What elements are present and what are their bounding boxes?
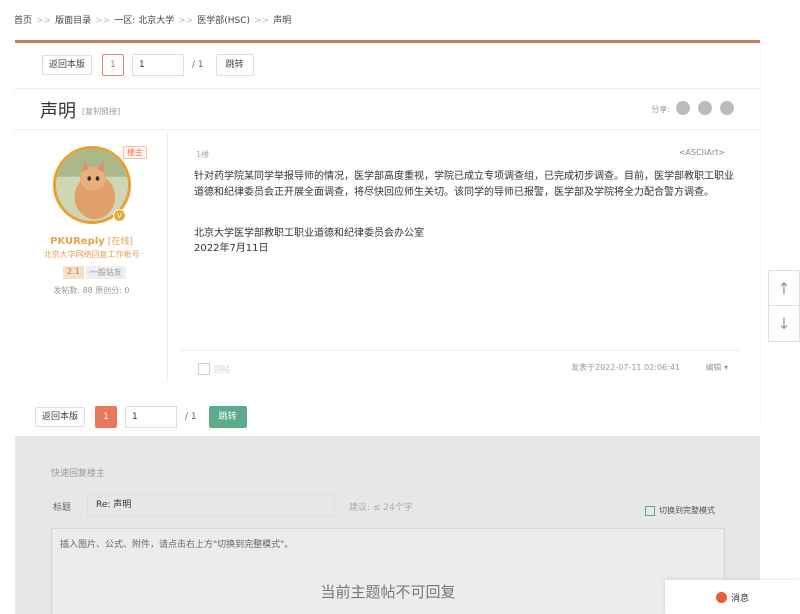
- message-button[interactable]: 消息: [665, 580, 800, 614]
- share-icons: [676, 101, 734, 115]
- reply-textarea[interactable]: 插入图片、公式、附件，请点击右上方"切换到完整模式"。 当前主题帖不可回复: [51, 528, 725, 614]
- page-total: / 1: [192, 60, 204, 70]
- pager-top: 返回本版 1 1 / 1 跳转: [42, 54, 254, 76]
- jump-button[interactable]: 跳转: [208, 406, 247, 428]
- breadcrumb-sep: >>: [254, 16, 270, 26]
- breadcrumb: 首页 >> 版面目录 >> 一区: 北京大学 >> 医学部(HSC) >> 声明: [14, 13, 291, 26]
- author-stats: 发帖数: 88 原创分: 0: [53, 286, 130, 295]
- author-level: 2.1 一般站友: [63, 266, 126, 279]
- breadcrumb-sep: >>: [95, 16, 111, 26]
- weibo-icon[interactable]: [676, 101, 690, 115]
- edit-icon: [645, 505, 655, 516]
- host-badge: 楼主: [123, 146, 147, 159]
- pager-bottom: 返回本版 1 1 / 1 跳转: [35, 406, 247, 428]
- quick-reply-panel: 快速回复楼主 标题 Re: 声明 建议: ≤ 24个字 切换到完整模式 插入图片…: [15, 436, 760, 614]
- title-hint: 建议: ≤ 24个字: [349, 503, 413, 513]
- scroll-buttons: ↑ ↓: [768, 270, 800, 342]
- jump-button[interactable]: 跳转: [215, 54, 254, 76]
- quick-reply-heading: 快速回复楼主: [51, 469, 106, 479]
- signature-date: 2022年7月11日: [194, 243, 269, 254]
- post-content: 1楼 <ASCIIArt> 针对药学院某同学举报导师的情况，医学部高度重视，学院…: [180, 132, 740, 382]
- reply-closed-notice: 当前主题帖不可回复: [320, 583, 456, 601]
- share-label: 分享:: [651, 105, 670, 114]
- page-input[interactable]: 1: [132, 54, 185, 76]
- breadcrumb-zone[interactable]: 一区: 北京大学: [114, 16, 174, 26]
- author-name[interactable]: PKUReply: [50, 236, 105, 247]
- title-label: 标题: [53, 503, 72, 513]
- online-status: [在线]: [107, 237, 133, 247]
- topic-title-row: 声明 [复制链接] 分享:: [15, 88, 760, 130]
- back-to-board-button[interactable]: 返回本版: [35, 407, 86, 427]
- breadcrumb-current: 声明: [273, 16, 292, 26]
- breadcrumb-home[interactable]: 首页: [14, 16, 32, 26]
- page-total: / 1: [185, 412, 197, 422]
- switch-full-mode-button[interactable]: 切换到完整模式: [645, 505, 715, 516]
- message-icon: [715, 591, 727, 603]
- floor-number: 1楼: [196, 150, 210, 159]
- rank-label: 一般站友: [85, 266, 126, 279]
- page-1-button[interactable]: 1: [95, 406, 118, 428]
- reply-title-input[interactable]: Re: 声明: [87, 494, 335, 516]
- author-card: 楼主 V PKUReply [在线] 北京大学网络回复工作帐号 2.1 一般站友…: [15, 132, 168, 382]
- message-label: 消息: [730, 593, 749, 604]
- chat-bubble-icon[interactable]: [720, 101, 734, 115]
- author-name-line: PKUReply [在线]: [15, 234, 168, 247]
- breadcrumb-board-list[interactable]: 版面目录: [55, 16, 91, 26]
- post-signature: 北京大学医学部教职工职业道德和纪律委员会办公室 2022年7月11日: [194, 226, 424, 256]
- edit-dropdown[interactable]: 编辑 ▾: [705, 362, 728, 373]
- breadcrumb-board[interactable]: 医学部(HSC): [197, 16, 250, 26]
- pen-icon: [198, 363, 210, 375]
- breadcrumb-sep: >>: [178, 16, 194, 26]
- page-1-button[interactable]: 1: [102, 54, 125, 76]
- scroll-top-icon[interactable]: ↑: [769, 271, 799, 306]
- signature-org: 北京大学医学部教职工职业道德和纪律委员会办公室: [194, 228, 424, 239]
- switch-label: 切换到完整模式: [659, 506, 715, 515]
- level-value: 2.1: [63, 266, 84, 279]
- post-paragraph: 针对药学院某同学举报导师的情况，医学部高度重视，学院已成立专项调查组，已完成初步…: [194, 171, 734, 198]
- breadcrumb-sep: >>: [36, 16, 52, 26]
- post-body: 针对药学院某同学举报导师的情况，医学部高度重视，学院已成立专项调查组，已完成初步…: [194, 169, 734, 210]
- vip-badge-icon: V: [113, 209, 126, 222]
- reply-placeholder: 插入图片、公式、附件，请点击右上方"切换到完整模式"。: [60, 540, 294, 550]
- page-input[interactable]: 1: [125, 406, 178, 428]
- reply-label: 回帖: [214, 364, 230, 374]
- author-desc: 北京大学网络回复工作帐号: [43, 250, 140, 259]
- scroll-bottom-icon[interactable]: ↓: [769, 306, 799, 341]
- topic-title: 声明: [40, 101, 76, 122]
- ascii-art-link[interactable]: <ASCIIArt>: [679, 148, 725, 157]
- people-icon[interactable]: [698, 101, 712, 115]
- reply-button[interactable]: 回帖: [198, 363, 230, 375]
- copy-link[interactable]: [复制链接]: [82, 106, 120, 117]
- back-to-board-button[interactable]: 返回本版: [42, 55, 93, 75]
- post-footer: 回帖 发表于2022-07-11 02:06:41 编辑 ▾: [180, 350, 740, 380]
- post-timestamp: 发表于2022-07-11 02:06:41: [571, 363, 680, 372]
